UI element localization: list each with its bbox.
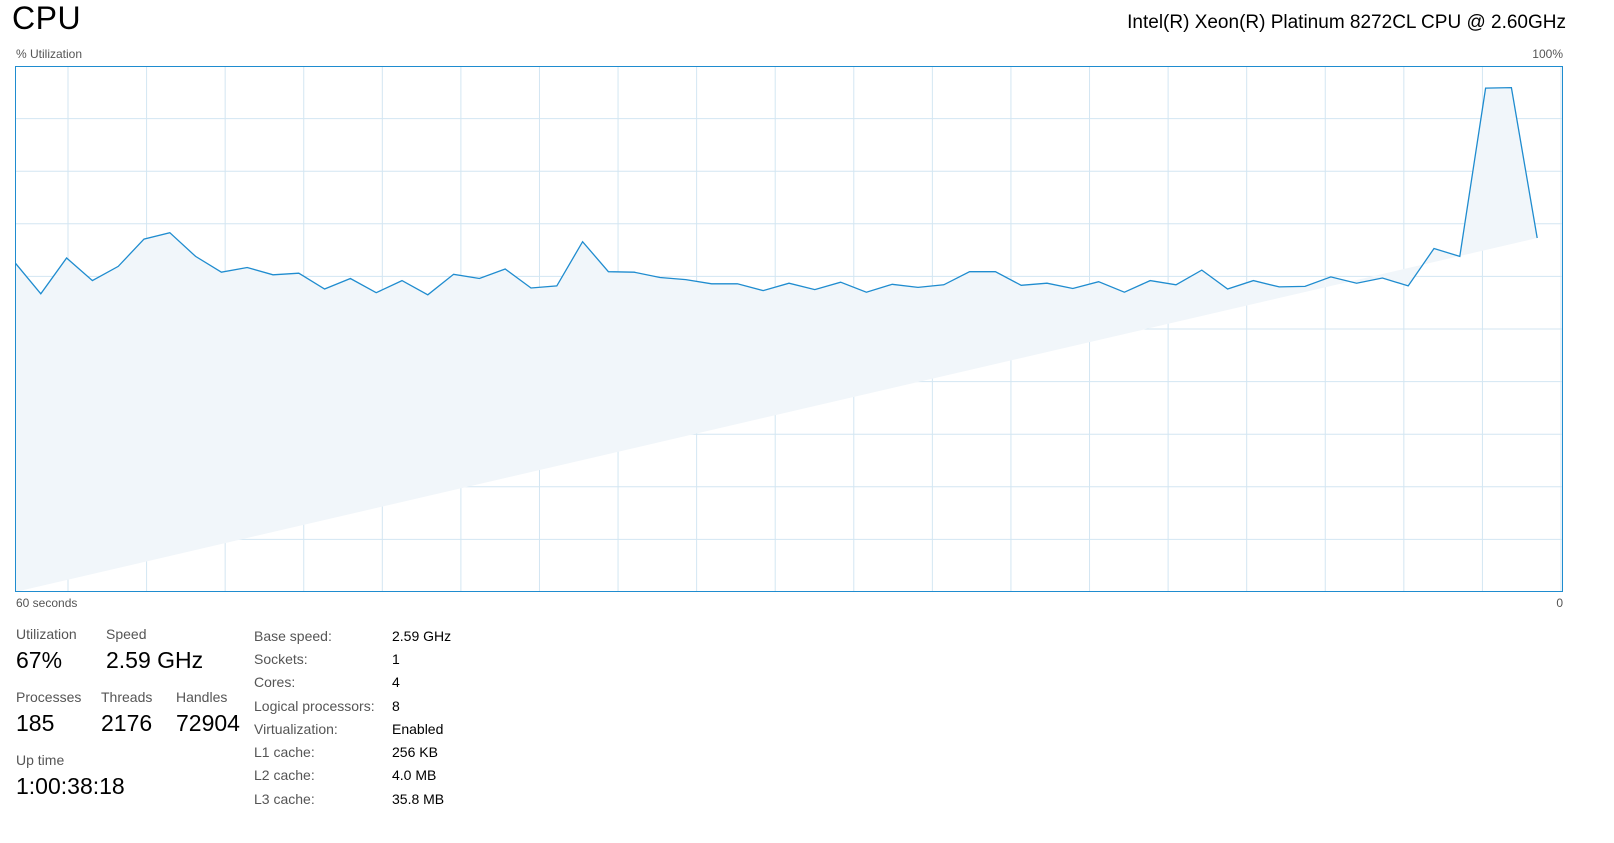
processes-value: 185 — [16, 710, 55, 736]
detail-key: L2 cache: — [254, 767, 315, 784]
detail-row-l2-cache: L2 cache: 4.0 MB — [254, 764, 451, 787]
threads-label: Threads — [101, 689, 153, 705]
cpu-utilization-graph — [15, 66, 1563, 592]
detail-key: Cores: — [254, 674, 296, 691]
time-span-label: 60 seconds — [16, 596, 78, 610]
detail-value: 8 — [392, 697, 400, 714]
detail-key: Logical processors: — [254, 697, 375, 714]
max-percent-label: 100% — [1532, 47, 1563, 61]
speed-label: Speed — [106, 626, 147, 642]
detail-row-logical-processors: Logical processors: 8 — [254, 694, 451, 717]
detail-value: 4 — [392, 674, 400, 691]
detail-row-sockets: Sockets: 1 — [254, 647, 451, 670]
detail-key: Virtualization: — [254, 720, 338, 737]
uptime-stat: Up time 1:00:38:18 — [16, 752, 125, 800]
detail-row-base-speed: Base speed: 2.59 GHz — [254, 624, 451, 647]
detail-key: L3 cache: — [254, 790, 315, 807]
detail-value: 4.0 MB — [392, 767, 437, 784]
threads-stat: Threads 2176 — [101, 689, 152, 737]
uptime-label: Up time — [16, 752, 65, 768]
utilization-axis-label: % Utilization — [16, 47, 83, 61]
detail-value: 256 KB — [392, 744, 438, 761]
detail-value: 35.8 MB — [392, 790, 445, 807]
detail-row-cores: Cores: 4 — [254, 671, 451, 694]
detail-value: Enabled — [392, 720, 444, 737]
speed-stat: Speed 2.59 GHz — [106, 626, 203, 674]
speed-value: 2.59 GHz — [106, 647, 204, 673]
processes-stat: Processes 185 — [16, 689, 81, 737]
cpu-model-name: Intel(R) Xeon(R) Platinum 8272CL CPU @ 2… — [1127, 12, 1566, 33]
handles-label: Handles — [176, 689, 228, 705]
detail-key: L1 cache: — [254, 744, 315, 761]
detail-key: Sockets: — [254, 650, 308, 667]
cpu-details-table: Base speed: 2.59 GHz Sockets: 1 Cores: 4… — [254, 624, 451, 810]
detail-row-l1-cache: L1 cache: 256 KB — [254, 740, 451, 763]
uptime-value: 1:00:38:18 — [16, 773, 125, 799]
processes-label: Processes — [16, 689, 82, 705]
min-label: 0 — [1556, 596, 1563, 610]
cpu-performance-page: CPU Intel(R) Xeon(R) Platinum 8272CL CPU… — [0, 0, 1614, 843]
detail-value: 2.59 GHz — [392, 627, 452, 644]
cpu-graph-svg — [15, 66, 1563, 592]
page-title: CPU — [12, 0, 82, 36]
detail-row-virtualization: Virtualization: Enabled — [254, 717, 451, 740]
utilization-label: Utilization — [16, 626, 77, 642]
utilization-stat: Utilization 67% — [16, 626, 77, 674]
utilization-area-fill — [15, 87, 1538, 592]
handles-stat: Handles 72904 — [176, 689, 240, 737]
threads-value: 2176 — [101, 710, 153, 736]
detail-value: 1 — [392, 650, 400, 667]
detail-key: Base speed: — [254, 627, 332, 644]
detail-row-l3-cache: L3 cache: 35.8 MB — [254, 787, 451, 810]
handles-value: 72904 — [176, 710, 240, 736]
utilization-value: 67% — [16, 647, 63, 673]
